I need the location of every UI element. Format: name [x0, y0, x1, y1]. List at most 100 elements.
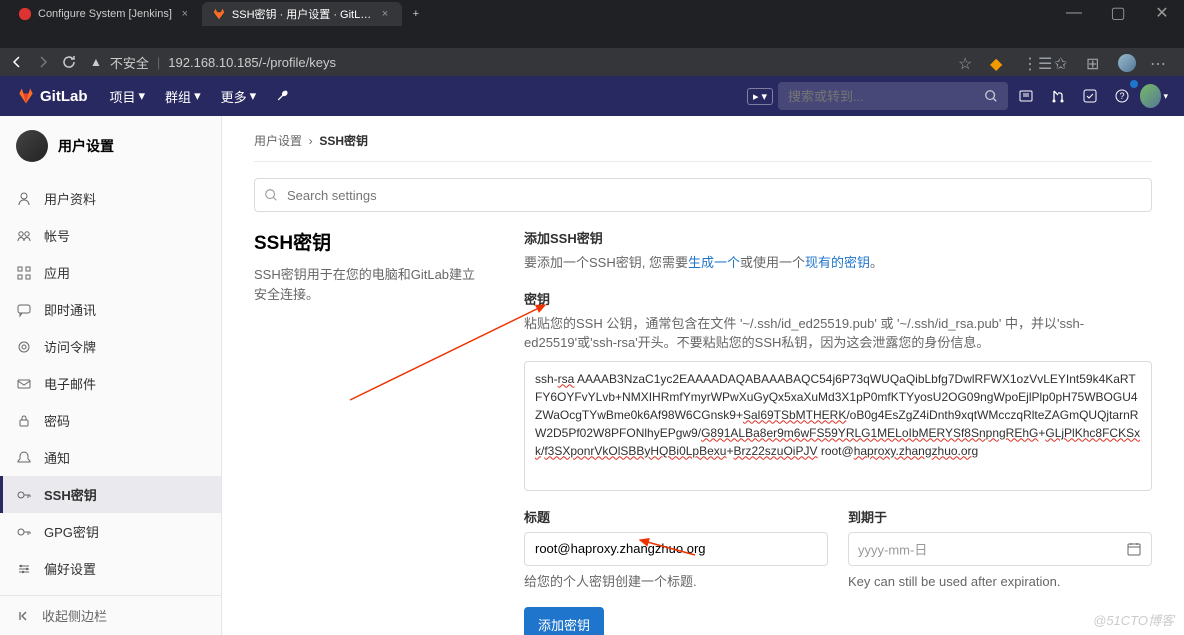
admin-wrench-icon[interactable]: [268, 83, 298, 110]
chevron-down-icon: ▾: [1163, 91, 1168, 102]
browser-toolbar: ▲ 不安全 | 192.168.10.185/-/profile/keys ☆ …: [0, 48, 1184, 76]
window-controls: — ▢ ✕: [1052, 0, 1184, 26]
search-input[interactable]: [788, 89, 984, 104]
maximize-button[interactable]: ▢: [1096, 0, 1140, 26]
sidebar-item-label: 应用: [44, 263, 70, 282]
sidebar-item-label: 密码: [44, 411, 70, 430]
key-label: 密钥: [524, 289, 1152, 308]
sidebar-item-preferences[interactable]: 偏好设置: [0, 550, 221, 587]
browser-tab-gitlab[interactable]: SSH密钥 · 用户设置 · GitLab ×: [202, 2, 402, 26]
extension-icon-1[interactable]: ◆: [990, 54, 1006, 70]
sidebar-item-label: SSH密钥: [44, 485, 97, 504]
chat-icon: [16, 302, 32, 318]
menu-icon[interactable]: ⋯: [1150, 54, 1166, 70]
sidebar-item-account[interactable]: 帐号: [0, 217, 221, 254]
key-icon: [16, 487, 32, 503]
help-icon[interactable]: ?: [1108, 82, 1136, 110]
todos-icon[interactable]: [1076, 82, 1104, 110]
chevron-down-icon: ▾: [139, 88, 146, 104]
brand-text: GitLab: [40, 88, 88, 105]
browser-tab-jenkins[interactable]: Configure System [Jenkins] ×: [8, 2, 202, 26]
nav-more[interactable]: 更多 ▾: [213, 83, 265, 110]
section-desc: SSH密钥用于在您的电脑和GitLab建立安全连接。: [254, 265, 484, 304]
collapse-sidebar[interactable]: 收起侧边栏: [0, 595, 221, 635]
gitlab-logo[interactable]: GitLab: [16, 86, 88, 106]
header-search[interactable]: [778, 82, 1008, 110]
generate-key-link[interactable]: 生成一个: [688, 255, 740, 270]
close-window-button[interactable]: ✕: [1140, 0, 1184, 26]
preferences-icon: [16, 561, 32, 577]
profile-avatar-icon[interactable]: [1118, 54, 1134, 70]
nav-groups[interactable]: 群组 ▾: [157, 83, 209, 110]
sidebar-item-profile[interactable]: 用户资料: [0, 180, 221, 217]
sidebar-item-key[interactable]: SSH密钥: [0, 476, 221, 513]
account-icon: [16, 228, 32, 244]
existing-key-link[interactable]: 现有的密钥: [805, 255, 870, 270]
chevron-down-icon: ▾: [250, 88, 257, 104]
apps-icon: [16, 265, 32, 281]
sidebar-item-sessions[interactable]: 活动会话: [0, 587, 221, 595]
avatar: [16, 130, 48, 162]
address-bar[interactable]: ▲ 不安全 | 192.168.10.185/-/profile/keys: [86, 53, 950, 72]
sidebar-item-password[interactable]: 密码: [0, 402, 221, 439]
search-settings: [254, 178, 1152, 212]
expires-hint: Key can still be used after expiration.: [848, 572, 1152, 592]
header-nav: 项目 ▾ 群组 ▾ 更多 ▾: [102, 83, 299, 110]
star-icon[interactable]: ☆: [958, 54, 974, 70]
email-icon: [16, 376, 32, 392]
back-button[interactable]: [8, 53, 26, 71]
expires-input[interactable]: [848, 532, 1152, 566]
sidebar-item-token[interactable]: 访问令牌: [0, 328, 221, 365]
sidebar-item-key[interactable]: GPG密钥: [0, 513, 221, 550]
plus-button[interactable]: ▸ ▾: [746, 82, 774, 110]
title-input[interactable]: [524, 532, 828, 566]
sidebar-item-email[interactable]: 电子邮件: [0, 365, 221, 402]
merge-requests-icon[interactable]: [1044, 82, 1072, 110]
watermark: @51CTO博客: [1093, 610, 1174, 629]
refresh-button[interactable]: [60, 53, 78, 71]
issues-icon[interactable]: [1012, 82, 1040, 110]
gitlab-logo-icon: [16, 86, 36, 106]
close-icon[interactable]: ×: [378, 8, 392, 20]
main-content: 用户设置 › SSH密钥 SSH密钥 SSH密钥用于在您的电脑和GitLab建立…: [222, 116, 1184, 635]
sidebar-item-label: 电子邮件: [44, 374, 96, 393]
nav-projects[interactable]: 项目 ▾: [102, 83, 154, 110]
sidebar-item-label: 偏好设置: [44, 559, 96, 578]
browser-actions: ☆ ◆ ⋮☰ ✩ ⊞ ⋯: [958, 54, 1176, 70]
add-ssh-title: 添加SSH密钥: [524, 228, 1152, 247]
search-settings-input[interactable]: [254, 178, 1152, 212]
tab-title: SSH密钥 · 用户设置 · GitLab: [232, 6, 372, 22]
sidebar-header: 用户设置: [0, 116, 221, 176]
security-label: 不安全: [110, 53, 149, 72]
minimize-button[interactable]: —: [1052, 0, 1096, 26]
warning-icon: ▲: [90, 55, 102, 69]
extension-icon-2[interactable]: ⋮☰: [1022, 54, 1038, 70]
sidebar-item-label: 通知: [44, 448, 70, 467]
expires-label: 到期于: [848, 507, 1152, 526]
section-title: SSH密钥: [254, 228, 484, 255]
add-key-button[interactable]: 添加密钥: [524, 607, 604, 635]
sidebar-item-chat[interactable]: 即时通讯: [0, 291, 221, 328]
collections-icon[interactable]: ⊞: [1086, 54, 1102, 70]
collapse-label: 收起侧边栏: [42, 606, 107, 625]
key-icon: [16, 524, 32, 540]
breadcrumb-root[interactable]: 用户设置: [254, 134, 302, 148]
sidebar-item-apps[interactable]: 应用: [0, 254, 221, 291]
sidebar-item-label: 帐号: [44, 226, 70, 245]
key-textarea[interactable]: ssh-rsa AAAAB3NzaC1yc2EAAAADAQABAAABAQC5…: [524, 361, 1152, 491]
close-icon[interactable]: ×: [178, 8, 192, 20]
favorites-icon[interactable]: ✩: [1054, 54, 1070, 70]
title-hint: 给您的个人密钥创建一个标题.: [524, 572, 828, 592]
chevron-down-icon: ▾: [194, 88, 201, 104]
forward-button[interactable]: [34, 53, 52, 71]
sidebar-item-notification[interactable]: 通知: [0, 439, 221, 476]
sidebar-title: 用户设置: [58, 136, 114, 156]
title-label: 标题: [524, 507, 828, 526]
new-tab-button[interactable]: +: [402, 2, 430, 26]
user-avatar[interactable]: ▾: [1140, 82, 1168, 110]
gitlab-icon: [212, 7, 226, 21]
password-icon: [16, 413, 32, 429]
sidebar-item-label: GPG密钥: [44, 522, 99, 541]
sidebar-item-label: 用户资料: [44, 189, 96, 208]
calendar-icon[interactable]: [1126, 541, 1142, 557]
